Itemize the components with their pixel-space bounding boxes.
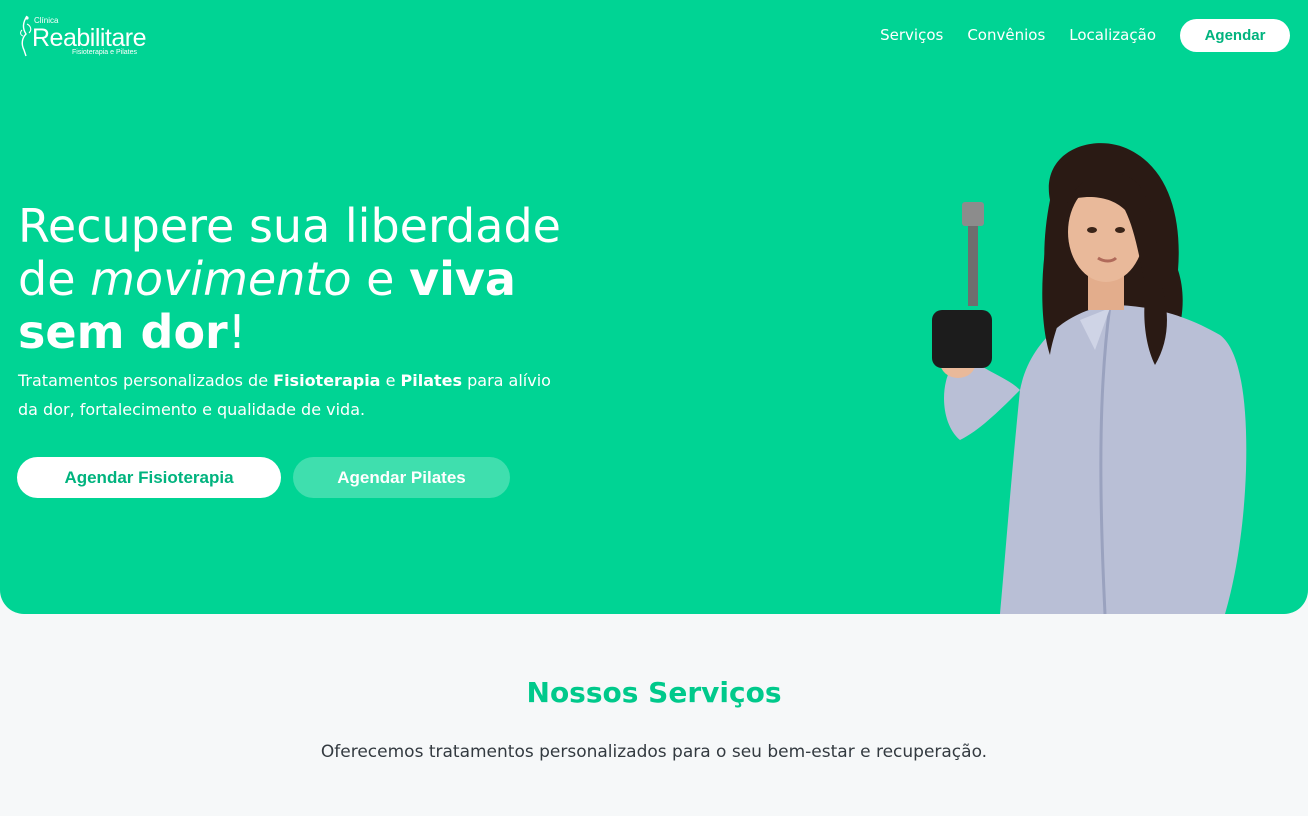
main-nav: Serviços Convênios Localização Agendar [880,18,1290,52]
hero-desc-part2: e [380,371,401,390]
hero-title: Recupere sua liberdade de movimento e vi… [18,200,618,359]
hero-desc-fisioterapia: Fisioterapia [273,371,381,390]
agendar-pilates-button[interactable]: Agendar Pilates [293,457,510,498]
services-title: Nossos Serviços [526,676,782,709]
hero-section: Clínica Reabilitare Fisioterapia e Pilat… [0,0,1308,614]
services-subtitle: Oferecemos tratamentos personalizados pa… [320,742,988,762]
agendar-fisioterapia-button[interactable]: Agendar Fisioterapia [17,457,281,498]
hero-title-emphasis: movimento [90,252,352,306]
nav-link-servicos[interactable]: Serviços [880,26,943,44]
hero-desc-pilates: Pilates [400,371,463,390]
nav-agendar-button[interactable]: Agendar [1180,18,1290,52]
brand-tagline: Fisioterapia e Pilates [72,49,137,56]
hero-description: Tratamentos personalizados de Fisioterap… [18,366,558,424]
brand-logo[interactable]: Clínica Reabilitare Fisioterapia e Pilat… [16,12,166,60]
hero-desc-part1: Tratamentos personalizados de [18,371,274,390]
therapist-photo [932,143,1247,614]
hero-title-part2: e [351,252,410,306]
nav-link-convenios[interactable]: Convênios [967,26,1045,44]
nav-link-localizacao[interactable]: Localização [1069,26,1156,44]
hero-title-end: ! [227,305,247,359]
